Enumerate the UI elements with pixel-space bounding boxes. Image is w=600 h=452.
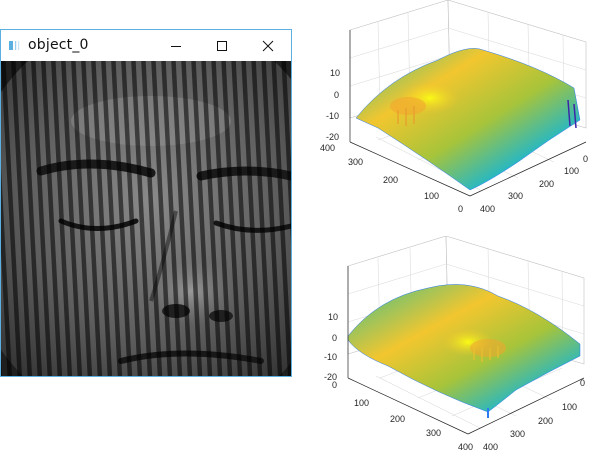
y-tick-label: 300 <box>348 157 363 167</box>
maximize-button[interactable] <box>199 30 245 61</box>
x-tick-label: 100 <box>562 402 577 412</box>
image-window: object_0 <box>0 29 292 377</box>
y-tick-label: 200 <box>390 414 405 424</box>
y-tick-label: 0 <box>458 204 463 214</box>
z-tick-label: 0 <box>334 90 339 100</box>
x-tick-label: 200 <box>539 179 554 189</box>
minimize-icon <box>171 45 181 47</box>
y-tick-label: 100 <box>424 191 439 201</box>
x-tick-label: 300 <box>510 429 525 439</box>
app-icon <box>9 41 20 50</box>
y-tick-label: 400 <box>320 143 335 153</box>
surface-plot-1-canvas: 10 0 -10 -20 400 300 200 100 0 0 100 200… <box>318 0 600 214</box>
y-tick-label: 400 <box>458 442 473 452</box>
x-tick-label: 100 <box>564 166 579 176</box>
x-tick-label: 400 <box>480 204 495 214</box>
x-tick-label: 0 <box>580 378 585 388</box>
x-tick-label: 200 <box>538 416 553 426</box>
x-tick-label: 300 <box>508 191 523 201</box>
z-tick-label: 10 <box>328 312 338 322</box>
x-tick-label: 400 <box>483 442 498 452</box>
z-tick-label: -10 <box>324 352 337 362</box>
y-tick-label: 0 <box>332 380 337 390</box>
z-tick-label: -10 <box>326 111 339 121</box>
surface-plot-1: 10 0 -10 -20 400 300 200 100 0 0 100 200… <box>318 0 600 214</box>
y-tick-label: 200 <box>383 175 398 185</box>
window-title: object_0 <box>28 37 89 53</box>
z-tick-label: 0 <box>332 333 337 343</box>
fringe-image <box>1 61 291 376</box>
y-tick-label: 100 <box>354 398 369 408</box>
y-tick-label: 300 <box>426 428 441 438</box>
close-button[interactable] <box>245 30 291 61</box>
window-titlebar[interactable]: object_0 <box>1 30 291 61</box>
z-tick-label: -20 <box>326 132 339 142</box>
surface-plot-2-canvas: 10 0 -10 -20 0 100 200 300 400 0 100 200… <box>318 236 600 452</box>
surface-plot-2: 10 0 -10 -20 0 100 200 300 400 0 100 200… <box>318 236 600 452</box>
maximize-icon <box>217 40 227 51</box>
z-tick-label: 10 <box>330 68 340 78</box>
face-fringe-photo <box>1 61 291 376</box>
close-icon <box>262 40 274 51</box>
x-tick-label: 0 <box>583 154 588 164</box>
minimize-button[interactable] <box>153 30 199 61</box>
